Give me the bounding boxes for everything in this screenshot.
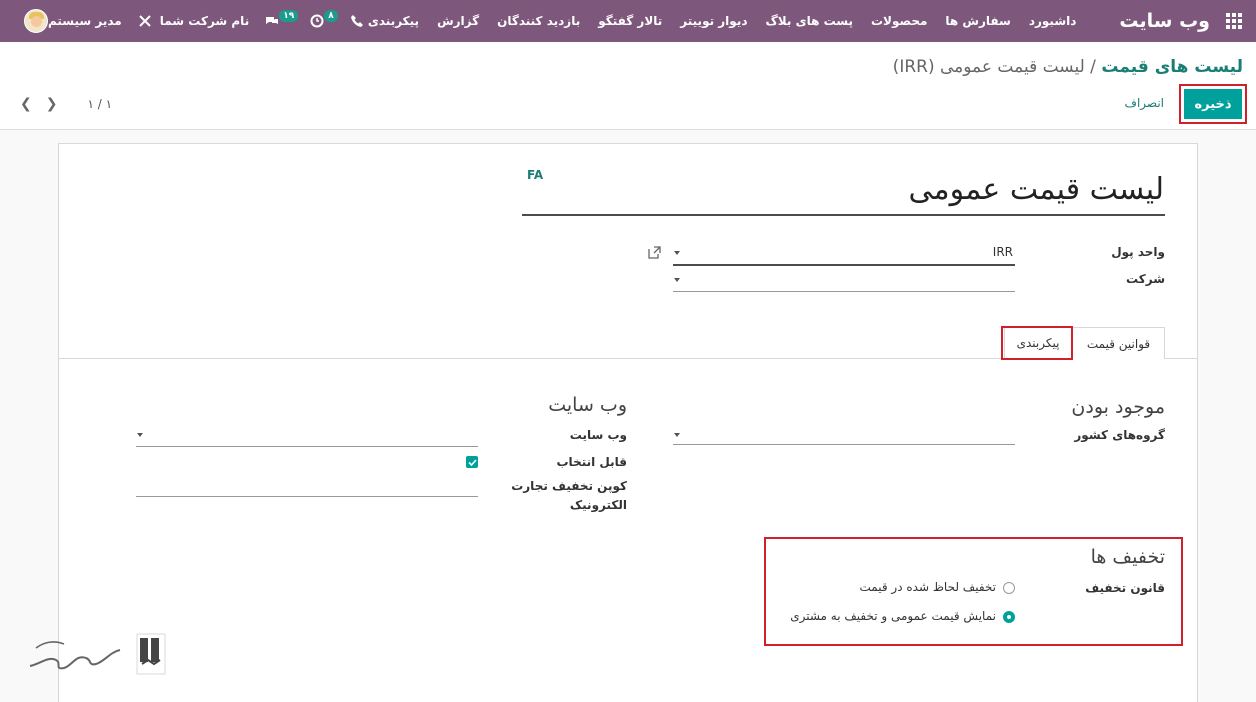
- menu-twitter-wall[interactable]: دیوار توییتر: [671, 14, 756, 28]
- main-menu: داشبورد سفارش ها محصولات پست های بلاگ دی…: [359, 14, 1086, 28]
- tab-price-rules[interactable]: قوانین قیمت: [1072, 327, 1165, 359]
- currency-label: واحد پول: [1111, 245, 1165, 259]
- navbar-main: وب سایت داشبورد سفارش ها محصولات پست های…: [359, 0, 1256, 42]
- coupon-field[interactable]: [136, 496, 478, 497]
- save-button[interactable]: ذخیره: [1184, 89, 1242, 119]
- title-lang-button[interactable]: FA: [527, 168, 543, 182]
- menu-orders[interactable]: سفارش ها: [936, 14, 1019, 28]
- menu-dashboard[interactable]: داشبورد: [1020, 14, 1086, 28]
- user-name: مدیر سیستم: [48, 14, 122, 28]
- navbar-systray: مدیر سیستم نام شرکت شما ۱۹ ۸: [10, 0, 372, 42]
- activities-badge: ۸: [324, 10, 338, 22]
- menu-forum[interactable]: تالار گفتگو: [589, 14, 671, 28]
- coupon-label-line1: کوپن تخفیف تجارت: [511, 479, 627, 493]
- external-link-icon[interactable]: [648, 246, 661, 259]
- check-icon: [467, 458, 477, 466]
- activities-menu[interactable]: ۸: [302, 0, 342, 42]
- currency-dropdown-icon[interactable]: [674, 251, 680, 255]
- phone-menu[interactable]: [342, 0, 372, 42]
- company-label: شرکت: [1126, 272, 1165, 286]
- messages-badge: ۱۹: [279, 10, 299, 22]
- coupon-label-line2: الکترونیک: [569, 498, 627, 512]
- app-brand: وب سایت: [1119, 10, 1210, 32]
- top-navbar: وب سایت داشبورد سفارش ها محصولات پست های…: [0, 0, 1256, 42]
- company-switcher[interactable]: نام شرکت شما: [130, 0, 257, 42]
- selectable-label: قابل انتخاب: [556, 455, 628, 469]
- company-field[interactable]: [673, 291, 1015, 292]
- apps-grid-icon[interactable]: [1212, 0, 1256, 42]
- country-groups-label: گروه‌های کشور: [1074, 428, 1165, 442]
- country-groups-field[interactable]: [673, 444, 1015, 445]
- user-menu[interactable]: مدیر سیستم: [10, 0, 130, 42]
- chevron-left-icon[interactable]: ❮: [20, 96, 32, 112]
- currency-field[interactable]: [673, 264, 1015, 266]
- title-underline: [522, 214, 1165, 216]
- website-section-title: وب سایت: [548, 394, 627, 416]
- menu-visitors[interactable]: بازدید کنندگان: [488, 14, 589, 28]
- country-groups-dropdown-icon[interactable]: [674, 433, 680, 437]
- company-name: نام شرکت شما: [159, 14, 250, 28]
- website-dropdown-icon[interactable]: [137, 433, 143, 437]
- breadcrumb-separator: /: [1084, 57, 1102, 77]
- availability-title: موجود بودن: [1071, 396, 1165, 418]
- phone-icon: [350, 15, 363, 27]
- selectable-checkbox[interactable]: [466, 456, 478, 468]
- tools-icon: [139, 15, 151, 27]
- company-dropdown-icon[interactable]: [674, 278, 680, 282]
- pricelist-name[interactable]: لیست قیمت عمومی: [909, 172, 1165, 207]
- chat-icon: [266, 17, 279, 24]
- website-field[interactable]: [136, 446, 478, 447]
- chevron-right-icon[interactable]: ❯: [46, 96, 58, 112]
- discount-highlight-box: [764, 537, 1183, 646]
- pager: ❮ ❯ ۱ / ۱: [20, 96, 112, 112]
- breadcrumb: لیست های قیمت / لیست قیمت عمومی (IRR): [893, 57, 1243, 77]
- menu-products[interactable]: محصولات: [862, 14, 936, 28]
- discard-button[interactable]: انصراف: [1125, 96, 1164, 110]
- messages-menu[interactable]: ۱۹: [257, 0, 302, 42]
- menu-reporting[interactable]: گزارش: [428, 14, 488, 28]
- clock-icon: [310, 14, 324, 28]
- menu-blog-posts[interactable]: پست های بلاگ: [756, 14, 862, 28]
- avatar: [24, 9, 48, 33]
- tab-highlight-box: [1001, 326, 1073, 360]
- breadcrumb-pricelists[interactable]: لیست های قیمت: [1101, 57, 1243, 77]
- watermark-logo: [29, 633, 166, 675]
- website-label: وب سایت: [569, 428, 627, 442]
- pager-value[interactable]: ۱ / ۱: [87, 97, 112, 111]
- breadcrumb-current: لیست قیمت عمومی (IRR): [892, 57, 1085, 77]
- currency-value[interactable]: IRR: [993, 245, 1013, 259]
